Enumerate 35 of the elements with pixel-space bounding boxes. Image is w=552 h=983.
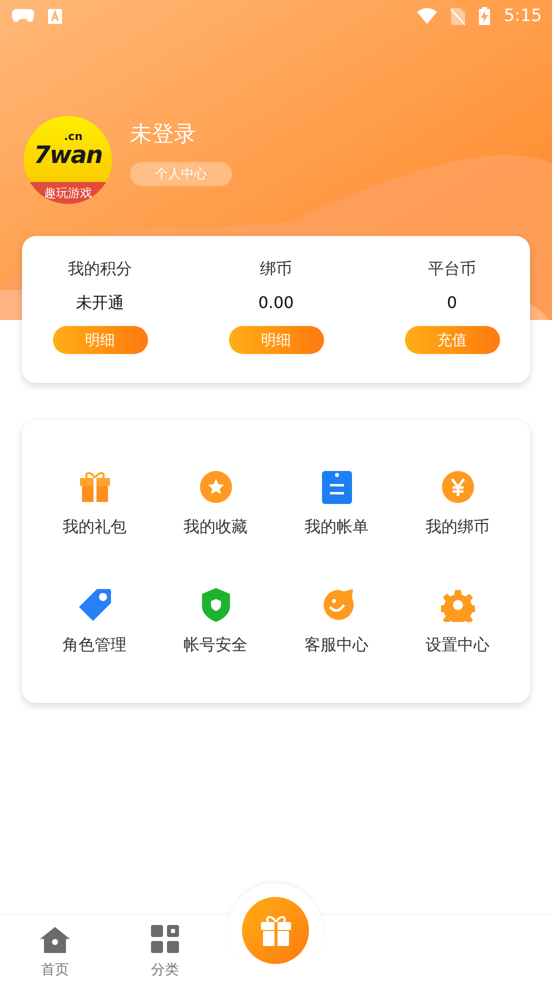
menu-item[interactable]: 帐号安全 — [184, 634, 248, 656]
grid-icon — [151, 925, 179, 953]
shield-icon — [200, 588, 230, 622]
wallet-value: 0 — [446, 292, 458, 314]
menu-item[interactable]: 设置中心 — [426, 634, 490, 656]
gift-icon — [258, 914, 292, 948]
menu-item[interactable]: 我的礼包 — [62, 516, 126, 538]
logo-brand: 7wan — [32, 141, 104, 169]
battery-charging-icon — [478, 7, 490, 25]
nav-tab[interactable]: 首页 — [0, 915, 110, 983]
nav-tab[interactable]: 分类 — [110, 915, 220, 983]
logo-slogan: 趣玩游戏 — [43, 186, 93, 200]
wallet-value: 0.00 — [258, 292, 294, 314]
menu-item[interactable]: 角色管理 — [62, 634, 126, 656]
clipboard-icon — [322, 470, 352, 504]
wallet-value: 未开通 — [76, 292, 124, 314]
username: 未登录 — [130, 122, 196, 148]
logo-domain: .cn — [64, 130, 83, 143]
wallet-label: 绑币 — [260, 258, 292, 280]
text-notification-icon — [48, 8, 62, 24]
clock-time: 5:15 — [504, 6, 542, 26]
menu-item[interactable]: 我的绑币 — [426, 516, 490, 538]
home-icon — [40, 927, 70, 953]
tag-icon — [78, 588, 112, 622]
menu-item[interactable]: 客服中心 — [304, 634, 368, 656]
wifi-icon — [416, 8, 437, 24]
no-sim-icon — [450, 8, 465, 24]
menu-item[interactable]: 我的收藏 — [184, 516, 248, 538]
wallet-label: 平台币 — [428, 258, 476, 280]
gift-icon — [78, 470, 112, 504]
gamepad-icon — [12, 9, 34, 23]
wallet-label: 我的积分 — [68, 258, 132, 280]
yen-coin-icon — [440, 470, 474, 504]
settings-icon — [440, 588, 474, 622]
menu-item[interactable]: 我的帐单 — [304, 516, 368, 538]
